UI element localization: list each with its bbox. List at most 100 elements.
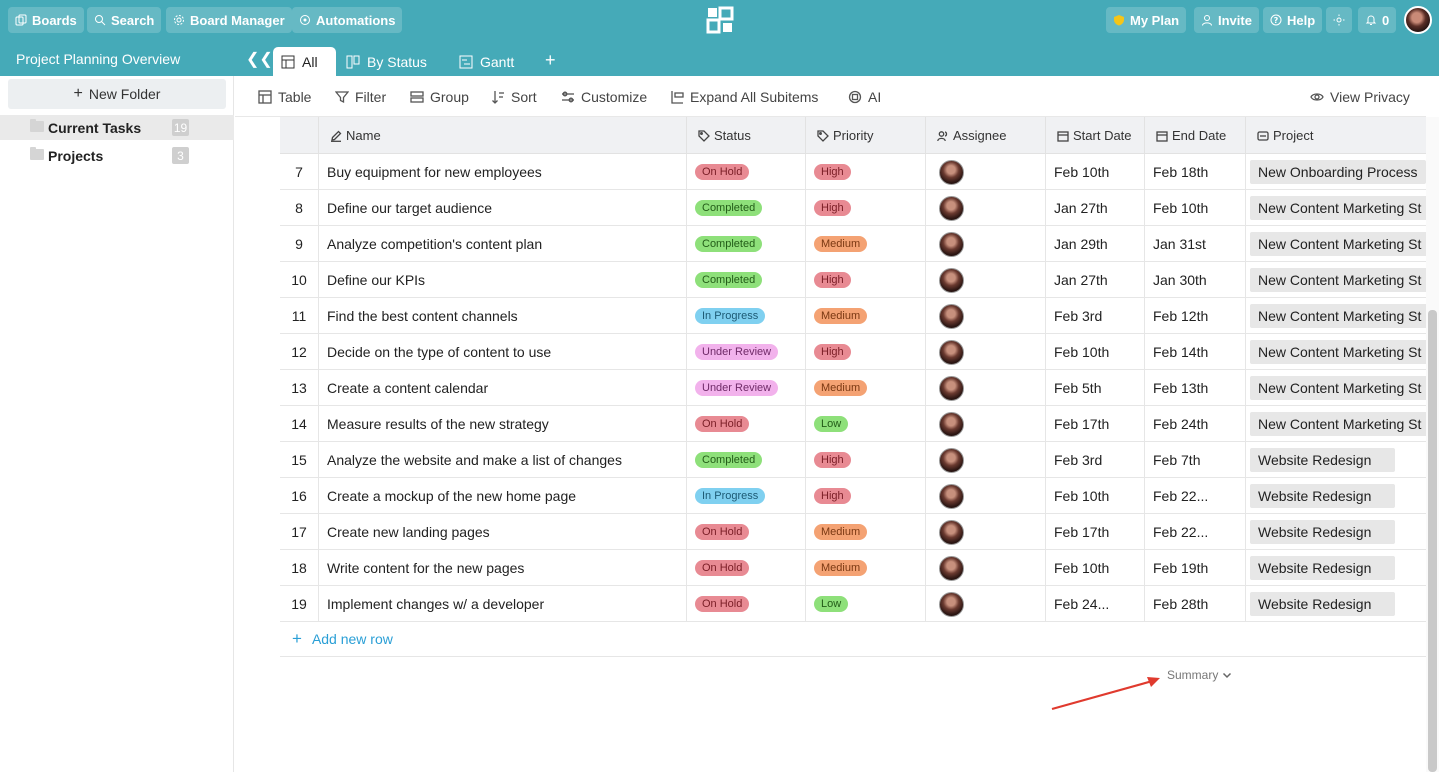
start-date-cell[interactable]: Feb 10th xyxy=(1045,550,1144,586)
start-date-cell[interactable]: Feb 3rd xyxy=(1045,298,1144,334)
start-date-cell[interactable]: Jan 27th xyxy=(1045,190,1144,226)
assignee-cell[interactable] xyxy=(925,370,1045,406)
task-name-cell[interactable]: Decide on the type of content to use xyxy=(318,334,686,370)
end-date-cell[interactable]: Feb 12th xyxy=(1144,298,1245,334)
view-privacy-button[interactable]: View Privacy xyxy=(1310,88,1410,106)
project-chip[interactable]: New Content Marketing St xyxy=(1250,196,1426,220)
task-name-cell[interactable]: Write content for the new pages xyxy=(318,550,686,586)
task-name-cell[interactable]: Analyze competition's content plan xyxy=(318,226,686,262)
table-row[interactable]: 13 Create a content calendar Under Review M… xyxy=(280,370,1426,406)
column-header-assignee[interactable]: Assignee xyxy=(925,117,1045,154)
collapse-sidebar-icon[interactable]: ❮❮ xyxy=(246,49,273,69)
assignee-cell[interactable] xyxy=(925,442,1045,478)
task-name-cell[interactable]: Implement changes w/ a developer xyxy=(318,586,686,622)
assignee-cell[interactable] xyxy=(925,334,1045,370)
assignee-cell[interactable] xyxy=(925,550,1045,586)
assignee-cell[interactable] xyxy=(925,478,1045,514)
table-row[interactable]: 11 Find the best content channels In Progr… xyxy=(280,298,1426,334)
assignee-cell[interactable] xyxy=(925,514,1045,550)
priority-cell[interactable]: Medium xyxy=(805,226,925,262)
start-date-cell[interactable]: Jan 29th xyxy=(1045,226,1144,262)
priority-cell[interactable]: High xyxy=(805,442,925,478)
project-chip[interactable]: New Content Marketing St xyxy=(1250,412,1426,436)
column-header-start-date[interactable]: Start Date xyxy=(1045,117,1144,154)
status-cell[interactable]: On Hold xyxy=(686,514,805,550)
priority-cell[interactable]: Medium xyxy=(805,298,925,334)
priority-cell[interactable]: Medium xyxy=(805,514,925,550)
project-cell[interactable]: New Content Marketing St xyxy=(1245,406,1426,442)
end-date-cell[interactable]: Feb 24th xyxy=(1144,406,1245,442)
help-button[interactable]: ? Help xyxy=(1263,7,1323,33)
table-view-button[interactable]: Table xyxy=(258,88,311,106)
filter-button[interactable]: Filter xyxy=(335,88,386,106)
project-cell[interactable]: Website Redesign xyxy=(1245,478,1426,514)
end-date-cell[interactable]: Feb 10th xyxy=(1144,190,1245,226)
project-chip[interactable]: New Content Marketing St xyxy=(1250,376,1426,400)
tab-by-status[interactable]: By Status xyxy=(338,47,435,76)
automations-button[interactable]: Automations xyxy=(292,7,403,33)
task-name-cell[interactable]: Analyze the website and make a list of c… xyxy=(318,442,686,478)
end-date-cell[interactable]: Feb 18th xyxy=(1144,154,1245,190)
table-row[interactable]: 16 Create a mockup of the new home page In… xyxy=(280,478,1426,514)
column-header-name[interactable]: Name xyxy=(318,117,686,154)
project-cell[interactable]: New Content Marketing St xyxy=(1245,262,1426,298)
project-chip[interactable]: Website Redesign xyxy=(1250,484,1395,508)
start-date-cell[interactable]: Feb 10th xyxy=(1045,478,1144,514)
priority-cell[interactable]: High xyxy=(805,154,925,190)
status-cell[interactable]: Completed xyxy=(686,262,805,298)
column-header-end-date[interactable]: End Date xyxy=(1144,117,1245,154)
status-cell[interactable]: Completed xyxy=(686,190,805,226)
ai-button[interactable]: AI xyxy=(848,88,881,106)
status-cell[interactable]: On Hold xyxy=(686,154,805,190)
priority-cell[interactable]: Low xyxy=(805,406,925,442)
end-date-cell[interactable]: Jan 30th xyxy=(1144,262,1245,298)
sort-button[interactable]: Sort xyxy=(491,88,537,106)
sidebar-item-projects[interactable]: Projects 3 xyxy=(0,143,234,168)
add-new-row-button[interactable]: + Add new row xyxy=(280,621,1426,657)
table-row[interactable]: 10 Define our KPIs Completed High Jan 27th Ja… xyxy=(280,262,1426,298)
column-header-status[interactable]: Status xyxy=(686,117,805,154)
end-date-cell[interactable]: Feb 19th xyxy=(1144,550,1245,586)
tab-all[interactable]: All xyxy=(273,47,336,76)
project-chip[interactable]: Website Redesign xyxy=(1250,448,1395,472)
task-name-cell[interactable]: Define our KPIs xyxy=(318,262,686,298)
project-cell[interactable]: Website Redesign xyxy=(1245,550,1426,586)
task-name-cell[interactable]: Measure results of the new strategy xyxy=(318,406,686,442)
project-chip[interactable]: New Content Marketing St xyxy=(1250,268,1426,292)
project-chip[interactable]: New Onboarding Process xyxy=(1250,160,1426,184)
project-cell[interactable]: Website Redesign xyxy=(1245,586,1426,622)
task-name-cell[interactable]: Create new landing pages xyxy=(318,514,686,550)
project-cell[interactable]: New Content Marketing St xyxy=(1245,190,1426,226)
project-cell[interactable]: Website Redesign xyxy=(1245,514,1426,550)
start-date-cell[interactable]: Jan 27th xyxy=(1045,262,1144,298)
status-cell[interactable]: On Hold xyxy=(686,550,805,586)
notifications-button[interactable]: 0 xyxy=(1358,7,1397,33)
start-date-cell[interactable]: Feb 3rd xyxy=(1045,442,1144,478)
start-date-cell[interactable]: Feb 5th xyxy=(1045,370,1144,406)
end-date-cell[interactable]: Feb 22... xyxy=(1144,478,1245,514)
project-cell[interactable]: New Content Marketing St xyxy=(1245,370,1426,406)
table-row[interactable]: 8 Define our target audience Completed High… xyxy=(280,190,1426,226)
status-cell[interactable]: Under Review xyxy=(686,370,805,406)
start-date-cell[interactable]: Feb 17th xyxy=(1045,514,1144,550)
table-row[interactable]: 17 Create new landing pages On Hold Medium F… xyxy=(280,514,1426,550)
project-chip[interactable]: Website Redesign xyxy=(1250,592,1395,616)
assignee-cell[interactable] xyxy=(925,298,1045,334)
status-cell[interactable]: Completed xyxy=(686,226,805,262)
summary-toggle[interactable]: Summary xyxy=(1167,668,1232,682)
sidebar-item-current-tasks[interactable]: Current Tasks 19 xyxy=(0,115,234,140)
project-cell[interactable]: New Onboarding Process xyxy=(1245,154,1426,190)
project-cell[interactable]: Website Redesign xyxy=(1245,442,1426,478)
status-cell[interactable]: In Progress xyxy=(686,478,805,514)
column-header-project[interactable]: Project xyxy=(1245,117,1426,154)
priority-cell[interactable]: Medium xyxy=(805,370,925,406)
end-date-cell[interactable]: Feb 22... xyxy=(1144,514,1245,550)
table-row[interactable]: 19 Implement changes w/ a developer On Hol… xyxy=(280,586,1426,622)
task-name-cell[interactable]: Create a mockup of the new home page xyxy=(318,478,686,514)
project-chip[interactable]: Website Redesign xyxy=(1250,556,1395,580)
app-logo[interactable] xyxy=(706,6,734,34)
table-row[interactable]: 14 Measure results of the new strategy On … xyxy=(280,406,1426,442)
priority-cell[interactable]: High xyxy=(805,334,925,370)
search-button[interactable]: Search xyxy=(87,7,162,33)
status-cell[interactable]: On Hold xyxy=(686,406,805,442)
